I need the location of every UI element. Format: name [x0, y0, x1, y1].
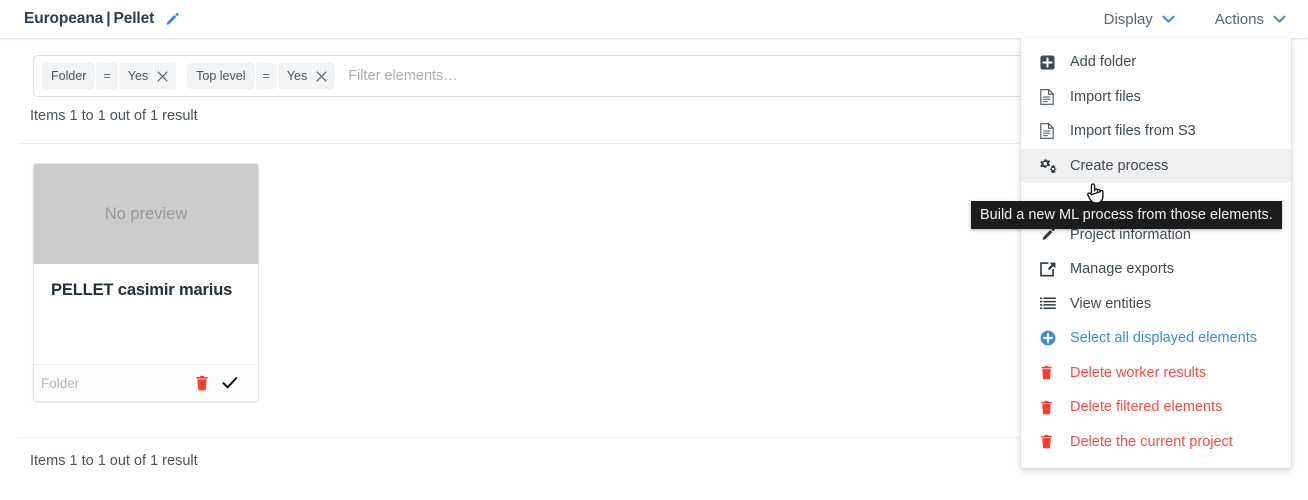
- export-icon: [1040, 262, 1061, 277]
- menu-item-label: Manage exports: [1070, 261, 1174, 278]
- menu-item-label: Add folder: [1070, 54, 1137, 71]
- actions-dropdown-menu: Add folder Import files Import files fro…: [1020, 38, 1292, 469]
- results-count-bottom: Items 1 to 1 out of 1 result: [30, 453, 198, 469]
- filter-chip-top-level[interactable]: Top level = Yes: [187, 63, 336, 89]
- menu-item-label: Project information: [1070, 226, 1191, 243]
- trash-icon: [1040, 400, 1061, 415]
- menu-item-delete-filtered-elements[interactable]: Delete filtered elements: [1021, 390, 1291, 425]
- brand-left: Europeana: [24, 10, 104, 27]
- plus-circle-icon: [1040, 330, 1061, 346]
- menu-item-label: Delete the current project: [1070, 433, 1233, 450]
- file-icon: [1040, 123, 1061, 140]
- menu-item-label: Import files from S3: [1070, 123, 1196, 140]
- filter-chip-folder[interactable]: Folder = Yes: [42, 63, 177, 89]
- plus-square-icon: [1040, 55, 1061, 70]
- filter-chip-operator: =: [255, 63, 277, 89]
- card-body: PELLET casimir marius: [34, 264, 258, 364]
- filter-chip-operator: =: [96, 63, 118, 89]
- check-icon[interactable]: [216, 369, 244, 397]
- card-preview-placeholder: No preview: [34, 164, 258, 264]
- chevron-down-icon: [1162, 15, 1175, 24]
- chevron-down-icon: [1273, 15, 1286, 24]
- app-header: Europeana | Pellet Display Actions: [0, 0, 1308, 38]
- menu-item-add-folder[interactable]: Add folder: [1021, 45, 1291, 80]
- filter-chip-value: Yes: [277, 63, 313, 89]
- element-card[interactable]: No preview PELLET casimir marius Folder: [33, 163, 259, 402]
- menu-item-delete-current-project[interactable]: Delete the current project: [1021, 425, 1291, 460]
- actions-menu-button[interactable]: Actions: [1215, 11, 1286, 28]
- trash-icon[interactable]: [188, 369, 216, 397]
- menu-item-view-entities[interactable]: View entities: [1021, 287, 1291, 322]
- close-icon[interactable]: [154, 63, 177, 89]
- filter-chip-field: Top level: [187, 63, 255, 89]
- pencil-icon: [1040, 227, 1061, 242]
- filter-chip-value: Yes: [118, 63, 154, 89]
- project-title: Europeana | Pellet: [24, 10, 179, 28]
- brand-right: Pellet: [113, 10, 155, 27]
- card-title: PELLET casimir marius: [51, 281, 233, 299]
- menu-item-import-files[interactable]: Import files: [1021, 80, 1291, 115]
- trash-icon: [1040, 365, 1061, 380]
- brand-separator: |: [106, 10, 111, 27]
- card-preview-label: No preview: [104, 204, 188, 223]
- display-menu-label: Display: [1103, 10, 1153, 28]
- menu-item-label: Select all displayed elements: [1070, 330, 1257, 347]
- menu-item-label: View entities: [1070, 295, 1152, 312]
- card-type-label: Folder: [41, 375, 80, 391]
- pencil-icon[interactable]: [164, 12, 179, 27]
- tooltip-text: Build a new ML process from those elemen…: [980, 207, 1273, 223]
- trash-icon: [1040, 434, 1061, 449]
- menu-item-manage-exports[interactable]: Manage exports: [1021, 252, 1291, 287]
- card-footer: Folder: [34, 364, 258, 401]
- results-count-top: Items 1 to 1 out of 1 result: [30, 108, 198, 124]
- menu-item-label: Delete filtered elements: [1070, 399, 1223, 416]
- menu-item-delete-worker-results[interactable]: Delete worker results: [1021, 356, 1291, 391]
- file-icon: [1040, 88, 1061, 105]
- menu-item-label: Delete worker results: [1070, 364, 1207, 381]
- list-icon: [1040, 297, 1061, 311]
- close-icon[interactable]: [313, 63, 336, 89]
- menu-item-label: Import files: [1070, 88, 1141, 105]
- tooltip: Build a new ML process from those elemen…: [971, 201, 1282, 229]
- menu-item-select-all-displayed[interactable]: Select all displayed elements: [1021, 321, 1291, 356]
- menu-item-label: Create process: [1070, 157, 1169, 174]
- actions-menu-label: Actions: [1214, 10, 1264, 28]
- filter-chip-field: Folder: [42, 63, 96, 89]
- menu-item-import-files-s3[interactable]: Import files from S3: [1021, 114, 1291, 149]
- gears-icon: [1040, 158, 1061, 174]
- menu-item-create-process[interactable]: Create process: [1021, 148, 1291, 183]
- header-actions: Display Actions: [1064, 11, 1286, 28]
- display-menu-button[interactable]: Display: [1104, 11, 1175, 28]
